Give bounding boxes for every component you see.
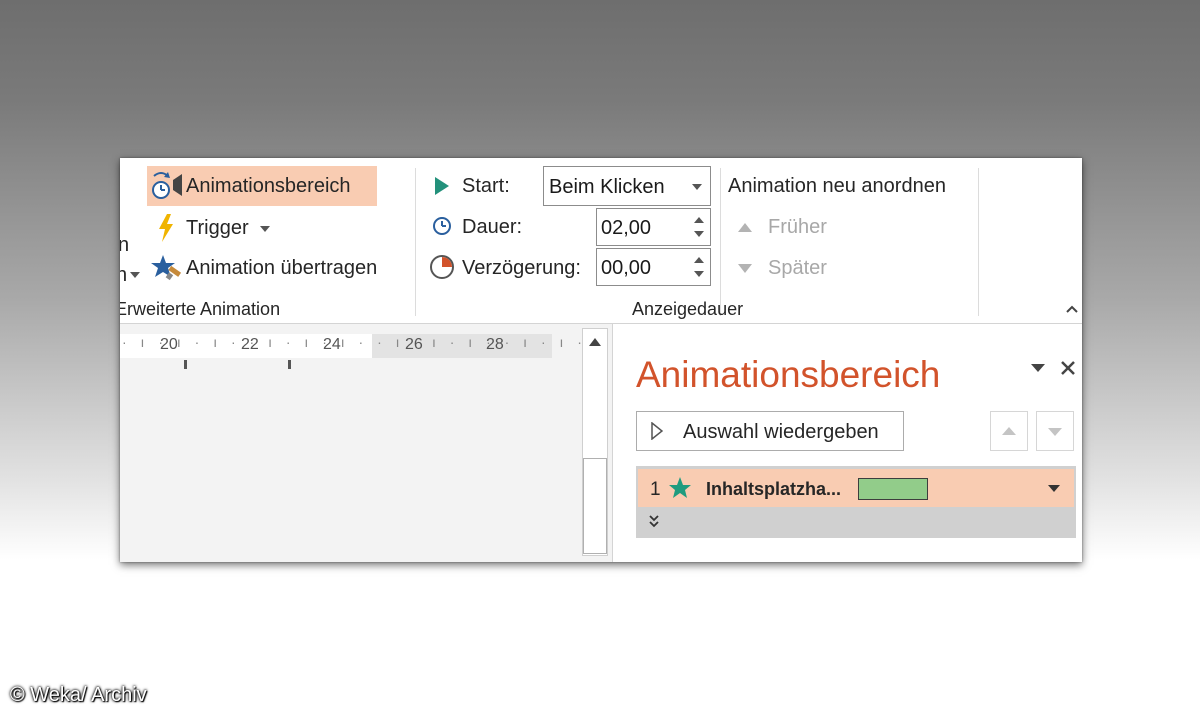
spinner-up-icon[interactable]	[694, 257, 704, 263]
triangle-up-icon	[738, 223, 752, 232]
move-earlier-button[interactable]: Früher	[734, 213, 834, 245]
play-icon	[435, 177, 449, 195]
move-down-button[interactable]	[1036, 411, 1074, 451]
spinner-down-icon[interactable]	[694, 271, 704, 277]
animation-list-item[interactable]: 1 Inhaltsplatzha...	[638, 469, 1074, 507]
ruler-indent-marker[interactable]	[184, 360, 187, 369]
ruler-tick: 24	[323, 336, 341, 353]
group-separator	[415, 168, 416, 316]
start-select[interactable]: Beim Klicken	[543, 166, 711, 206]
play-selected-label: Auswahl wiedergeben	[683, 421, 879, 443]
delay-label: Verzögerung:	[462, 257, 581, 279]
collapse-ribbon-icon[interactable]	[1066, 305, 1078, 313]
move-up-button[interactable]	[990, 411, 1028, 451]
trigger-button-label: Trigger	[186, 217, 249, 239]
reorder-title: Animation neu anordnen	[728, 175, 946, 197]
partial-ribbon-text: n	[120, 234, 130, 256]
group-separator	[978, 168, 979, 316]
move-later-label: Später	[768, 257, 827, 279]
delay-spinner[interactable]: 00,00	[596, 248, 711, 286]
animation-painter-icon	[151, 255, 182, 281]
animation-index: 1	[650, 479, 661, 500]
animation-item-name: Inhaltsplatzha...	[706, 479, 842, 499]
animation-pane-button[interactable]: Animationsbereich	[147, 166, 377, 206]
duration-label: Dauer:	[462, 216, 523, 238]
delay-value: 00,00	[601, 257, 652, 279]
scroll-up-icon[interactable]	[589, 338, 601, 346]
copyright-watermark: © Weka/ Archiv	[10, 684, 147, 706]
animation-pane-icon	[152, 172, 182, 199]
play-outline-icon	[651, 422, 663, 440]
trigger-button[interactable]: Trigger	[147, 210, 277, 248]
move-later-button[interactable]: Später	[734, 254, 834, 286]
duration-value: 02,00	[601, 217, 652, 239]
scrollbar-thumb[interactable]	[583, 458, 607, 554]
expand-icon[interactable]	[648, 514, 660, 528]
lightning-icon	[159, 214, 173, 242]
animation-painter-button[interactable]: Animation übertragen	[147, 250, 402, 288]
animation-painter-button-label: Animation übertragen	[186, 257, 378, 279]
entrance-star-icon	[669, 477, 691, 498]
ruler-indent-marker[interactable]	[288, 360, 291, 369]
group-label-timing: Anzeigedauer	[632, 299, 744, 319]
timing-bar[interactable]	[858, 478, 928, 500]
ruler-tick: 28	[486, 336, 504, 353]
clock-icon	[433, 217, 451, 235]
move-earlier-label: Früher	[768, 216, 827, 238]
start-label: Start:	[462, 175, 510, 197]
group-label-advanced-animation: Erweiterte Animation	[120, 299, 281, 319]
spinner-up-icon[interactable]	[694, 217, 704, 223]
group-separator	[720, 168, 721, 316]
delay-clock-icon	[430, 255, 454, 279]
ruler-tick: 22	[241, 336, 259, 353]
animation-pane-button-label: Animationsbereich	[186, 175, 351, 197]
animations-ribbon: n n Animationsbereich Trigger Animation …	[120, 158, 1082, 324]
triangle-down-icon	[1048, 428, 1062, 436]
spinner-down-icon[interactable]	[694, 231, 704, 237]
play-selected-button[interactable]: Auswahl wiedergeben	[636, 411, 904, 451]
triangle-up-icon	[1002, 427, 1016, 435]
ruler-tick: 26	[405, 336, 423, 353]
chevron-down-icon	[692, 184, 702, 190]
pane-options-icon[interactable]	[1031, 364, 1045, 372]
duration-spinner[interactable]: 02,00	[596, 208, 711, 246]
powerpoint-window: n n Animationsbereich Trigger Animation …	[120, 158, 1082, 562]
partial-ribbon-text: n	[120, 264, 128, 286]
item-dropdown-icon[interactable]	[1048, 485, 1060, 492]
chevron-down-icon	[260, 226, 270, 232]
start-select-value: Beim Klicken	[549, 176, 665, 198]
close-icon[interactable]	[1060, 360, 1076, 376]
triangle-down-icon	[738, 264, 752, 273]
chevron-down-icon[interactable]	[130, 272, 140, 278]
ruler-tick: 20	[160, 336, 178, 353]
animation-pane-title: Animationsbereich	[636, 354, 941, 395]
